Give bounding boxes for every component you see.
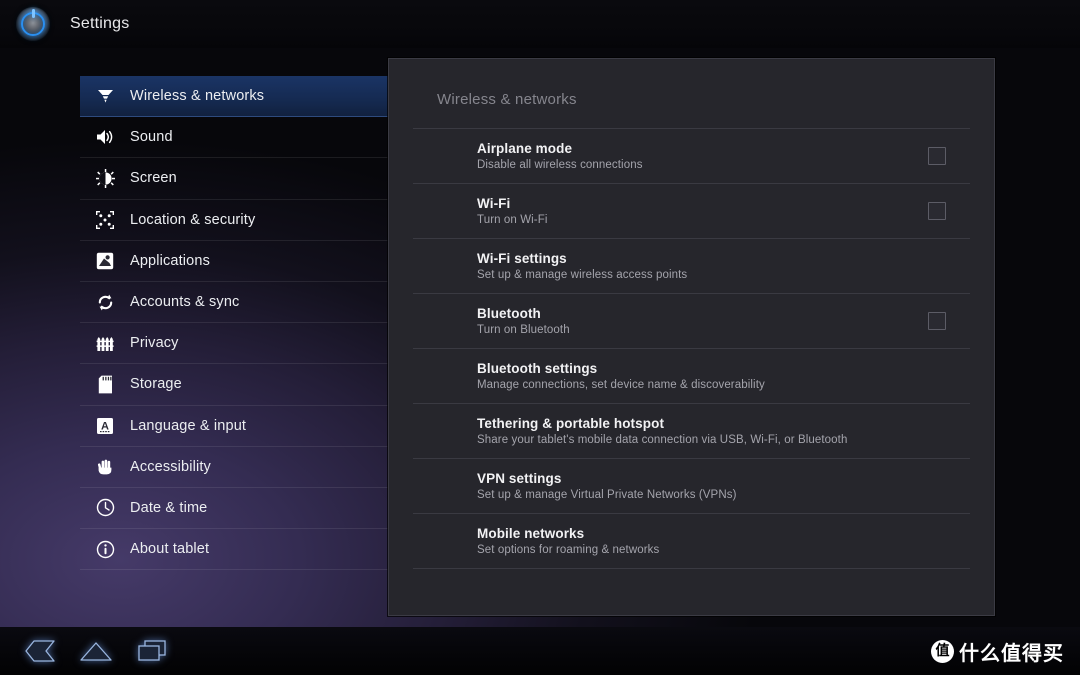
watermark-text: 什么值得买 — [959, 641, 1064, 665]
sidebar-item-language-input[interactable]: A Language & input — [80, 406, 388, 447]
applications-icon — [92, 248, 118, 274]
row-subtitle: Disable all wireless connections — [477, 159, 643, 171]
sidebar-item-label: Wireless & networks — [130, 88, 265, 105]
row-subtitle: Set up & manage wireless access points — [477, 269, 688, 281]
page-title: Settings — [70, 15, 130, 32]
row-subtitle: Set options for roaming & networks — [477, 544, 660, 556]
settings-row-bluetooth-settings[interactable]: Bluetooth settings Manage connections, s… — [413, 348, 970, 403]
back-icon[interactable] — [12, 627, 68, 675]
row-title: Wi-Fi settings — [477, 251, 567, 266]
row-subtitle: Share your tablet's mobile data connecti… — [477, 434, 848, 446]
system-navigation-bar: 值 什么值得买 — [0, 627, 1080, 675]
settings-sidebar: Wireless & networks Sound Screen Locatio… — [80, 76, 388, 571]
row-title: Tethering & portable hotspot — [477, 416, 665, 431]
sidebar-item-label: Privacy — [130, 335, 179, 352]
row-title: VPN settings — [477, 471, 562, 486]
watermark: 值 什么值得买 — [931, 637, 1064, 666]
settings-row-vpn-settings[interactable]: VPN settings Set up & manage Virtual Pri… — [413, 458, 970, 513]
sdcard-icon — [92, 371, 118, 397]
row-subtitle: Turn on Bluetooth — [477, 324, 570, 336]
settings-row-wifi-settings[interactable]: Wi-Fi settings Set up & manage wireless … — [413, 238, 970, 293]
panel-header-title: Wireless & networks — [437, 91, 577, 108]
sidebar-item-about-tablet[interactable]: About tablet — [80, 529, 388, 571]
settings-row-mobile-networks[interactable]: Mobile networks Set options for roaming … — [413, 513, 970, 569]
sidebar-item-location-security[interactable]: Location & security — [80, 200, 388, 241]
row-title: Airplane mode — [477, 141, 573, 156]
sidebar-item-label: Storage — [130, 376, 182, 393]
fence-icon — [92, 330, 118, 356]
bluetooth-checkbox[interactable] — [928, 312, 946, 330]
sidebar-item-screen[interactable]: Screen — [80, 158, 388, 200]
sidebar-item-label: About tablet — [130, 541, 210, 558]
clock-icon — [92, 495, 118, 521]
sidebar-item-accessibility[interactable]: Accessibility — [80, 447, 388, 488]
sidebar-item-label: Accessibility — [130, 458, 211, 475]
settings-row-bluetooth[interactable]: Bluetooth Turn on Bluetooth — [413, 293, 970, 348]
info-icon — [92, 536, 118, 562]
settings-content-panel: Wireless & networks Airplane mode Disabl… — [388, 58, 995, 616]
speaker-icon — [92, 124, 118, 150]
row-subtitle: Turn on Wi-Fi — [477, 214, 548, 226]
sidebar-item-label: Sound — [130, 129, 173, 146]
settings-row-wifi[interactable]: Wi-Fi Turn on Wi-Fi — [413, 183, 970, 238]
airplane-mode-checkbox[interactable] — [928, 147, 946, 165]
settings-row-airplane-mode[interactable]: Airplane mode Disable all wireless conne… — [413, 128, 970, 183]
title-bar: Settings — [0, 0, 1080, 48]
watermark-badge: 值 — [931, 640, 954, 663]
sidebar-item-wireless-networks[interactable]: Wireless & networks — [80, 76, 388, 118]
sidebar-item-date-time[interactable]: Date & time — [80, 488, 388, 530]
sidebar-item-accounts-sync[interactable]: Accounts & sync — [80, 282, 388, 324]
row-title: Bluetooth settings — [477, 361, 598, 376]
sidebar-item-label: Accounts & sync — [130, 294, 240, 311]
sidebar-item-label: Screen — [130, 170, 177, 187]
language-a-icon: A — [92, 413, 118, 439]
home-icon[interactable] — [68, 627, 124, 675]
wifi-checkbox[interactable] — [928, 202, 946, 220]
sidebar-item-label: Applications — [130, 252, 210, 269]
location-grid-icon — [92, 207, 118, 233]
row-title: Bluetooth — [477, 306, 541, 321]
sidebar-item-label: Location & security — [130, 211, 256, 228]
row-subtitle: Manage connections, set device name & di… — [477, 379, 765, 391]
sync-icon — [92, 289, 118, 315]
sidebar-item-privacy[interactable]: Privacy — [80, 323, 388, 365]
settings-row-tethering-hotspot[interactable]: Tethering & portable hotspot Share your … — [413, 403, 970, 458]
brightness-icon — [92, 165, 118, 191]
settings-dial-icon — [16, 7, 50, 41]
row-title: Mobile networks — [477, 526, 585, 541]
recent-apps-icon[interactable] — [124, 627, 180, 675]
svg-text:A: A — [101, 420, 109, 432]
sidebar-item-label: Date & time — [130, 499, 208, 516]
wireless-signal-icon — [92, 83, 118, 109]
row-subtitle: Set up & manage Virtual Private Networks… — [477, 489, 737, 501]
row-title: Wi-Fi — [477, 196, 511, 211]
settings-row-list: Airplane mode Disable all wireless conne… — [389, 128, 994, 569]
sidebar-item-applications[interactable]: Applications — [80, 241, 388, 282]
sidebar-item-label: Language & input — [130, 417, 247, 434]
hand-icon — [92, 454, 118, 480]
sidebar-item-sound[interactable]: Sound — [80, 117, 388, 159]
sidebar-item-storage[interactable]: Storage — [80, 364, 388, 406]
